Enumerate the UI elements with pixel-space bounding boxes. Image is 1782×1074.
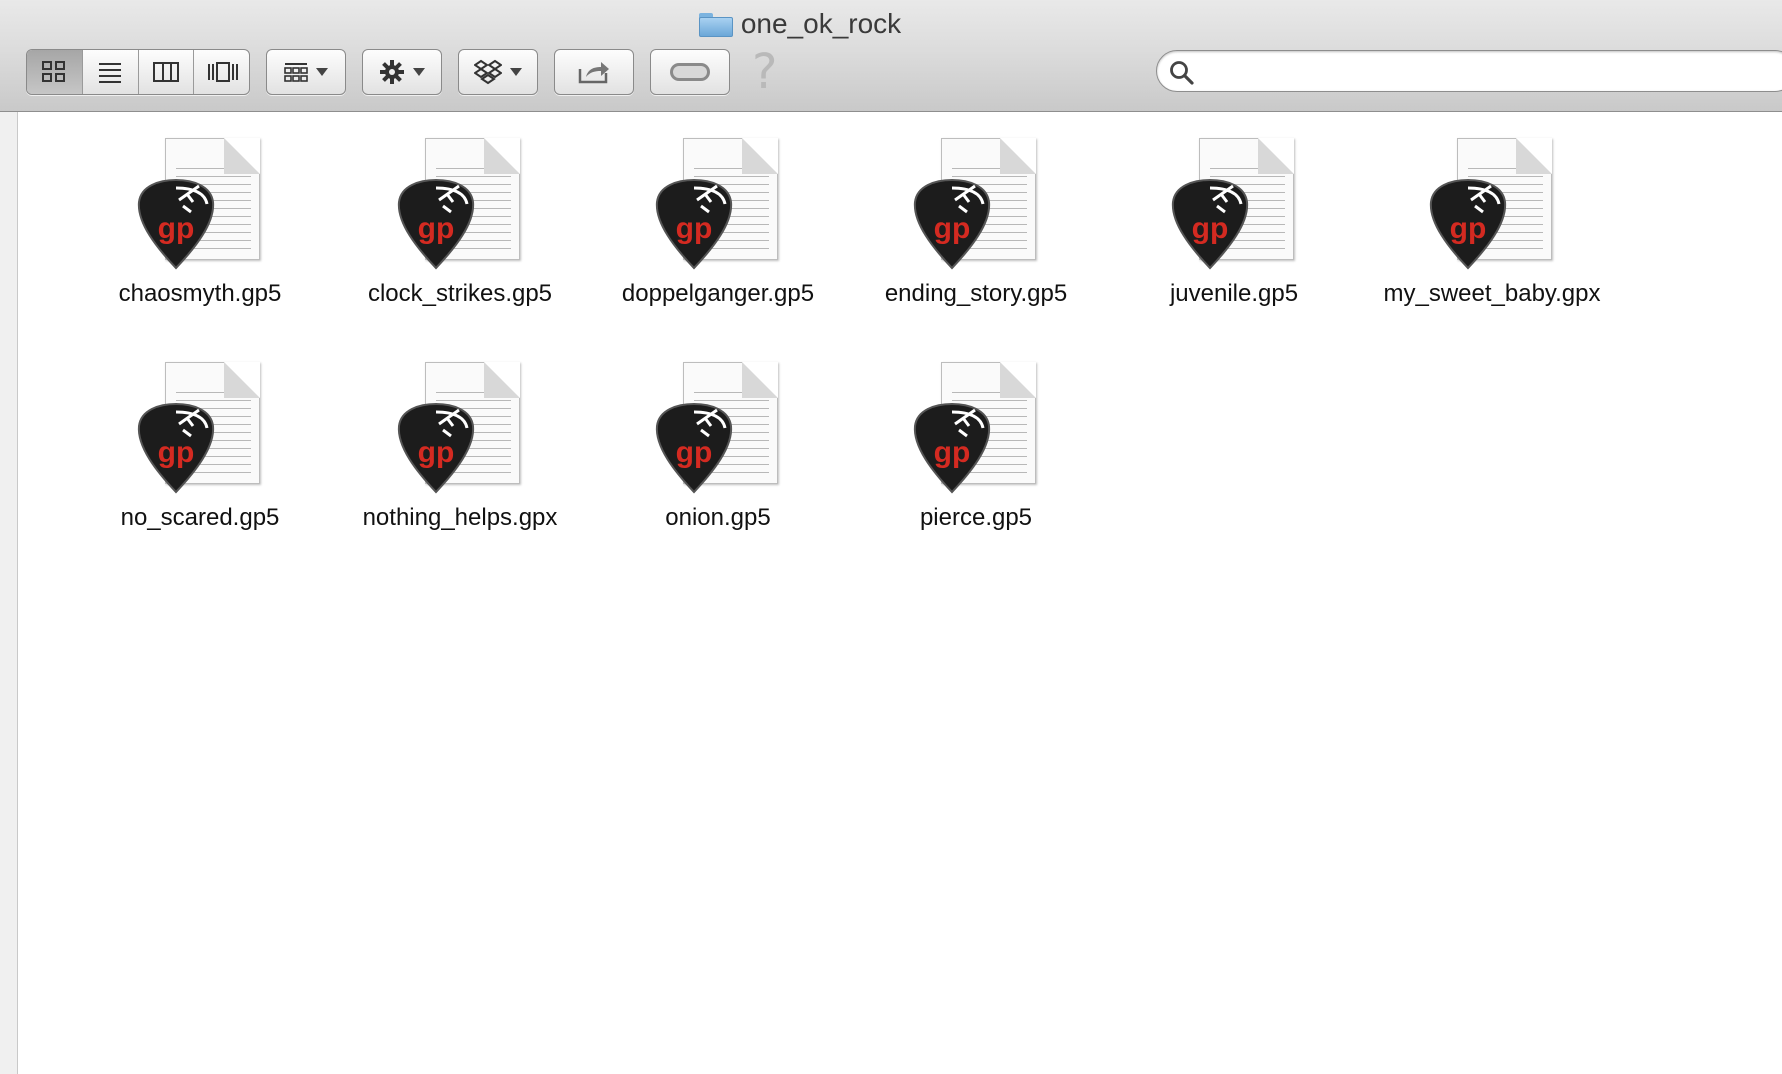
file-name: juvenile.gp5 <box>1169 280 1299 307</box>
file-name: onion.gp5 <box>665 504 771 531</box>
search-input[interactable] <box>1201 57 1761 85</box>
view-mode-control <box>26 49 250 95</box>
share-button[interactable] <box>554 49 634 95</box>
svg-text:gp: gp <box>934 436 971 469</box>
file-grid: gp chaosmyth.gp5 gp clock_strikes.gp5 gp… <box>18 112 1782 1074</box>
svg-text:gp: gp <box>1192 212 1229 245</box>
file-item[interactable]: gp juvenile.gp5 <box>1094 138 1374 310</box>
file-name: doppelganger.gp5 <box>621 280 815 307</box>
file-item[interactable]: gp ending_story.gp5 <box>836 138 1116 310</box>
svg-text:gp: gp <box>1450 212 1487 245</box>
svg-text:gp: gp <box>418 212 455 245</box>
guitar-pro-file-icon: gp <box>911 362 1041 494</box>
list-view-button[interactable] <box>83 50 139 94</box>
tags-button[interactable] <box>650 49 730 95</box>
file-item[interactable]: gp nothing_helps.gpx <box>320 362 600 534</box>
guitar-pro-file-icon: gp <box>1169 138 1299 270</box>
gear-icon <box>380 60 404 84</box>
svg-text:gp: gp <box>158 212 195 245</box>
guitar-pro-file-icon: gp <box>395 138 525 270</box>
dropbox-icon <box>474 59 502 85</box>
search-field[interactable] <box>1156 50 1782 92</box>
guitar-pro-file-icon: gp <box>911 138 1041 270</box>
file-name: ending_story.gp5 <box>884 280 1068 307</box>
column-view-button[interactable] <box>139 50 195 94</box>
coverflow-view-button[interactable] <box>194 50 249 94</box>
file-name: clock_strikes.gp5 <box>367 280 553 307</box>
toolbar: one_ok_rock ? <box>0 0 1782 112</box>
window-title-text: one_ok_rock <box>740 8 902 39</box>
guitar-pro-file-icon: gp <box>135 362 265 494</box>
dropbox-button[interactable] <box>458 49 538 95</box>
columns-icon <box>152 62 179 82</box>
file-item[interactable]: gp my_sweet_baby.gpx <box>1352 138 1632 310</box>
guitar-pro-file-icon: gp <box>653 362 783 494</box>
file-item[interactable]: gp doppelganger.gp5 <box>578 138 858 310</box>
folder-icon <box>698 11 733 37</box>
action-button[interactable] <box>362 49 442 95</box>
file-item[interactable]: gp onion.gp5 <box>578 362 858 534</box>
chevron-down-icon <box>510 68 522 76</box>
guitar-pro-file-icon: gp <box>653 138 783 270</box>
chevron-down-icon <box>413 68 425 76</box>
file-name: pierce.gp5 <box>919 504 1033 531</box>
guitar-pro-file-icon: gp <box>135 138 265 270</box>
chevron-down-icon <box>316 68 328 76</box>
file-name: no_scared.gp5 <box>120 504 280 531</box>
file-item[interactable]: gp pierce.gp5 <box>836 362 1116 534</box>
guitar-pro-file-icon: gp <box>1427 138 1557 270</box>
file-item[interactable]: gp no_scared.gp5 <box>60 362 340 534</box>
svg-text:gp: gp <box>676 212 713 245</box>
tag-toggle-icon <box>670 63 710 81</box>
finder-window: one_ok_rock ? gp chaosmyth.gp5 gp clock_… <box>0 0 1782 1074</box>
svg-text:gp: gp <box>418 436 455 469</box>
guitar-pro-file-icon: gp <box>395 362 525 494</box>
arrange-grid-icon <box>284 63 308 82</box>
svg-text:gp: gp <box>934 212 971 245</box>
grid-icon <box>42 61 66 82</box>
list-icon <box>99 63 122 83</box>
file-item[interactable]: gp chaosmyth.gp5 <box>60 138 340 310</box>
help-icon[interactable]: ? <box>752 44 777 100</box>
icon-view-button[interactable] <box>27 50 83 94</box>
search-icon <box>1170 61 1194 85</box>
arrange-button[interactable] <box>266 49 346 95</box>
file-item[interactable]: gp clock_strikes.gp5 <box>320 138 600 310</box>
file-name: my_sweet_baby.gpx <box>1383 280 1601 307</box>
window-title: one_ok_rock <box>0 8 1600 40</box>
coverflow-icon <box>207 62 238 82</box>
sidebar-edge <box>0 112 18 1074</box>
share-icon <box>578 62 609 84</box>
svg-text:gp: gp <box>158 436 195 469</box>
svg-text:gp: gp <box>676 436 713 469</box>
file-name: nothing_helps.gpx <box>362 504 558 531</box>
file-name: chaosmyth.gp5 <box>118 280 282 307</box>
